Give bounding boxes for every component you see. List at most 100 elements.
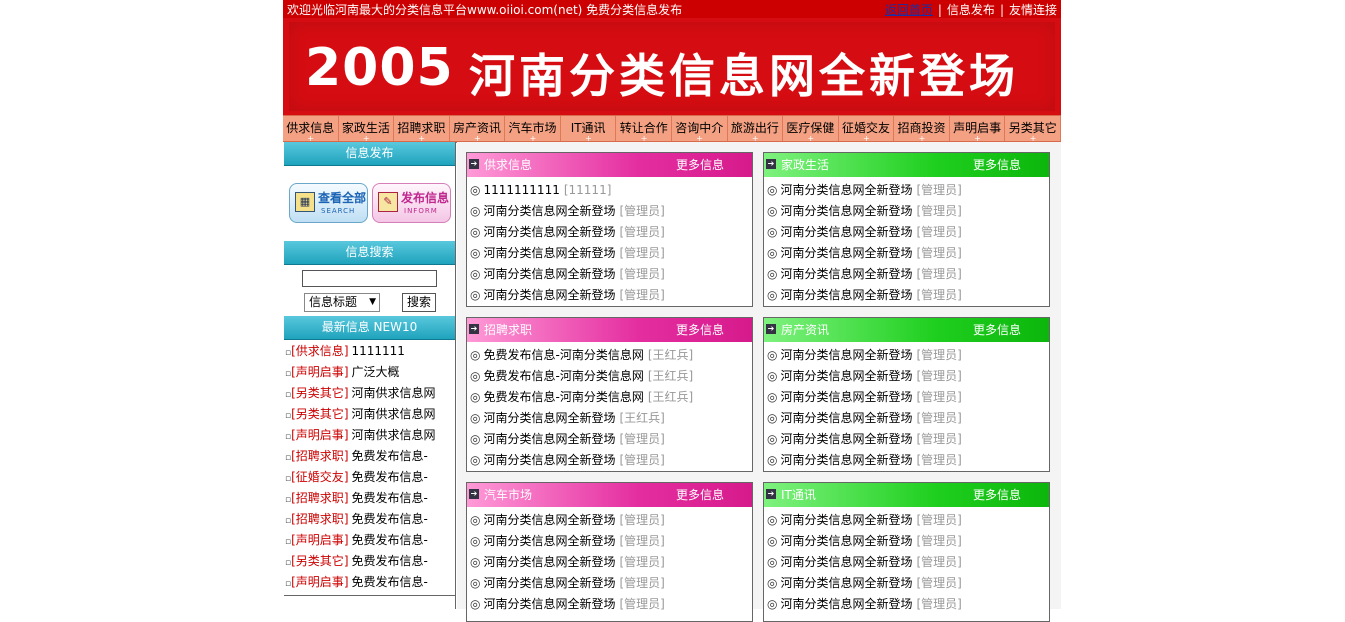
latest-item-title[interactable]: 免费发布信息- bbox=[352, 575, 428, 589]
list-item[interactable]: ◎ 河南分类信息网全新登场 [管理员] bbox=[470, 201, 752, 222]
list-item[interactable]: ◎ 河南分类信息网全新登场 [管理员] bbox=[767, 387, 1049, 408]
category-nav-item[interactable]: 旅游出行 + bbox=[728, 116, 784, 143]
latest-item-category[interactable]: 声明启事 bbox=[296, 575, 344, 589]
more-info-link[interactable]: 更多信息 bbox=[973, 318, 1021, 342]
list-item-title[interactable]: 河南分类信息网全新登场 bbox=[483, 204, 615, 218]
category-nav-item[interactable]: 供求信息 + bbox=[283, 116, 339, 143]
latest-item-title[interactable]: 1111111 bbox=[352, 344, 405, 358]
latest-item-title[interactable]: 河南供求信息网 bbox=[352, 407, 436, 421]
list-item-title[interactable]: 免费发布信息-河南分类信息网 bbox=[483, 390, 643, 404]
list-item-title[interactable]: 河南分类信息网全新登场 bbox=[780, 513, 912, 527]
list-item-title[interactable]: 河南分类信息网全新登场 bbox=[780, 453, 912, 467]
list-item-title[interactable]: 河南分类信息网全新登场 bbox=[780, 348, 912, 362]
friend-links-link[interactable]: 友情连接 bbox=[1009, 3, 1057, 17]
list-item-title[interactable]: 河南分类信息网全新登场 bbox=[483, 453, 615, 467]
view-all-button[interactable]: ▦ 查看全部 SEARCH bbox=[289, 183, 368, 223]
list-item-title[interactable]: 河南分类信息网全新登场 bbox=[780, 225, 912, 239]
list-item[interactable]: ◎ 河南分类信息网全新登场 [管理员] bbox=[470, 531, 752, 552]
panel-title[interactable]: IT通讯 bbox=[781, 483, 816, 507]
list-item-title[interactable]: 1111111111 bbox=[483, 183, 559, 197]
latest-item-category[interactable]: 招聘求职 bbox=[296, 491, 344, 505]
list-item[interactable]: ◎ 河南分类信息网全新登场 [王红兵] bbox=[470, 408, 752, 429]
panel-title[interactable]: 招聘求职 bbox=[484, 318, 532, 342]
list-item[interactable]: ◎ 河南分类信息网全新登场 [管理员] bbox=[767, 222, 1049, 243]
list-item[interactable]: ◎ 河南分类信息网全新登场 [管理员] bbox=[470, 552, 752, 573]
list-item[interactable]: ◎ 河南分类信息网全新登场 [管理员] bbox=[767, 510, 1049, 531]
list-item-title[interactable]: 河南分类信息网全新登场 bbox=[780, 369, 912, 383]
list-item-title[interactable]: 河南分类信息网全新登场 bbox=[780, 288, 912, 302]
latest-item-category[interactable]: 声明启事 bbox=[296, 533, 344, 547]
more-info-link[interactable]: 更多信息 bbox=[973, 153, 1021, 177]
latest-item[interactable]: ▫[另类其它] 河南供求信息网 bbox=[285, 383, 455, 404]
search-field-select[interactable]: 信息标题 ▼ bbox=[304, 293, 380, 312]
latest-item[interactable]: ▫[另类其它] 免费发布信息- bbox=[285, 551, 455, 572]
latest-item[interactable]: ▫[声明启事] 免费发布信息- bbox=[285, 572, 455, 593]
panel-title[interactable]: 房产资讯 bbox=[781, 318, 829, 342]
list-item[interactable]: ◎ 河南分类信息网全新登场 [管理员] bbox=[767, 201, 1049, 222]
list-item[interactable]: ◎ 河南分类信息网全新登场 [管理员] bbox=[767, 450, 1049, 471]
list-item-title[interactable]: 河南分类信息网全新登场 bbox=[780, 204, 912, 218]
list-item-title[interactable]: 河南分类信息网全新登场 bbox=[483, 411, 615, 425]
list-item[interactable]: ◎ 河南分类信息网全新登场 [管理员] bbox=[767, 366, 1049, 387]
list-item[interactable]: ◎ 河南分类信息网全新登场 [管理员] bbox=[767, 264, 1049, 285]
list-item[interactable]: ◎ 河南分类信息网全新登场 [管理员] bbox=[470, 222, 752, 243]
latest-item-category[interactable]: 声明启事 bbox=[296, 428, 344, 442]
list-item-title[interactable]: 河南分类信息网全新登场 bbox=[780, 555, 912, 569]
list-item-title[interactable]: 河南分类信息网全新登场 bbox=[483, 432, 615, 446]
panel-title[interactable]: 家政生活 bbox=[781, 153, 829, 177]
latest-item-title[interactable]: 河南供求信息网 bbox=[352, 428, 436, 442]
list-item-title[interactable]: 河南分类信息网全新登场 bbox=[780, 183, 912, 197]
list-item-title[interactable]: 河南分类信息网全新登场 bbox=[483, 513, 615, 527]
list-item[interactable]: ◎ 河南分类信息网全新登场 [管理员] bbox=[470, 573, 752, 594]
latest-item-title[interactable]: 广泛大概 bbox=[352, 365, 400, 379]
latest-item-title[interactable]: 免费发布信息- bbox=[352, 491, 428, 505]
more-info-link[interactable]: 更多信息 bbox=[676, 153, 724, 177]
latest-item-title[interactable]: 免费发布信息- bbox=[352, 449, 428, 463]
list-item[interactable]: ◎ 免费发布信息-河南分类信息网 [王红兵] bbox=[470, 387, 752, 408]
list-item[interactable]: ◎ 河南分类信息网全新登场 [管理员] bbox=[767, 345, 1049, 366]
list-item-title[interactable]: 河南分类信息网全新登场 bbox=[780, 390, 912, 404]
latest-item[interactable]: ▫[供求信息] 1111111 bbox=[285, 341, 455, 362]
latest-item-category[interactable]: 另类其它 bbox=[296, 554, 344, 568]
latest-item-category[interactable]: 供求信息 bbox=[296, 344, 344, 358]
latest-item-title[interactable]: 免费发布信息- bbox=[352, 554, 428, 568]
latest-item-category[interactable]: 另类其它 bbox=[296, 407, 344, 421]
list-item-title[interactable]: 免费发布信息-河南分类信息网 bbox=[483, 369, 643, 383]
category-nav-item[interactable]: 医疗保健 + bbox=[783, 116, 839, 143]
list-item-title[interactable]: 河南分类信息网全新登场 bbox=[483, 225, 615, 239]
category-nav-item[interactable]: 征婚交友 + bbox=[839, 116, 895, 143]
list-item[interactable]: ◎ 河南分类信息网全新登场 [管理员] bbox=[767, 285, 1049, 306]
list-item-title[interactable]: 河南分类信息网全新登场 bbox=[780, 432, 912, 446]
latest-item-category[interactable]: 招聘求职 bbox=[296, 449, 344, 463]
list-item[interactable]: ◎ 河南分类信息网全新登场 [管理员] bbox=[767, 594, 1049, 615]
list-item[interactable]: ◎ 河南分类信息网全新登场 [管理员] bbox=[767, 429, 1049, 450]
category-nav-item[interactable]: 家政生活 + bbox=[339, 116, 395, 143]
category-nav-item[interactable]: IT通讯 + bbox=[561, 116, 617, 143]
list-item-title[interactable]: 河南分类信息网全新登场 bbox=[780, 411, 912, 425]
panel-title[interactable]: 供求信息 bbox=[484, 153, 532, 177]
latest-item-title[interactable]: 免费发布信息- bbox=[352, 512, 428, 526]
list-item[interactable]: ◎ 河南分类信息网全新登场 [管理员] bbox=[767, 531, 1049, 552]
list-item-title[interactable]: 河南分类信息网全新登场 bbox=[780, 246, 912, 260]
latest-item[interactable]: ▫[声明启事] 河南供求信息网 bbox=[285, 425, 455, 446]
panel-title[interactable]: 汽车市场 bbox=[484, 483, 532, 507]
list-item-title[interactable]: 河南分类信息网全新登场 bbox=[483, 288, 615, 302]
latest-item-title[interactable]: 河南供求信息网 bbox=[352, 386, 436, 400]
list-item[interactable]: ◎ 河南分类信息网全新登场 [管理员] bbox=[767, 408, 1049, 429]
list-item[interactable]: ◎ 河南分类信息网全新登场 [管理员] bbox=[470, 510, 752, 531]
latest-item-category[interactable]: 声明启事 bbox=[296, 365, 344, 379]
list-item[interactable]: ◎ 河南分类信息网全新登场 [管理员] bbox=[470, 264, 752, 285]
list-item-title[interactable]: 河南分类信息网全新登场 bbox=[483, 267, 615, 281]
list-item-title[interactable]: 河南分类信息网全新登场 bbox=[780, 576, 912, 590]
category-nav-item[interactable]: 招聘求职 + bbox=[394, 116, 450, 143]
latest-item[interactable]: ▫[招聘求职] 免费发布信息- bbox=[285, 509, 455, 530]
list-item[interactable]: ◎ 河南分类信息网全新登场 [管理员] bbox=[470, 429, 752, 450]
category-nav-item[interactable]: 转让合作 + bbox=[616, 116, 672, 143]
latest-item-category[interactable]: 征婚交友 bbox=[296, 470, 344, 484]
category-nav-item[interactable]: 声明启事 + bbox=[950, 116, 1006, 143]
list-item[interactable]: ◎ 免费发布信息-河南分类信息网 [王红兵] bbox=[470, 366, 752, 387]
post-info-link[interactable]: 信息发布 bbox=[947, 3, 995, 17]
latest-item-title[interactable]: 免费发布信息- bbox=[352, 533, 428, 547]
list-item[interactable]: ◎ 河南分类信息网全新登场 [管理员] bbox=[767, 573, 1049, 594]
list-item-title[interactable]: 河南分类信息网全新登场 bbox=[780, 534, 912, 548]
